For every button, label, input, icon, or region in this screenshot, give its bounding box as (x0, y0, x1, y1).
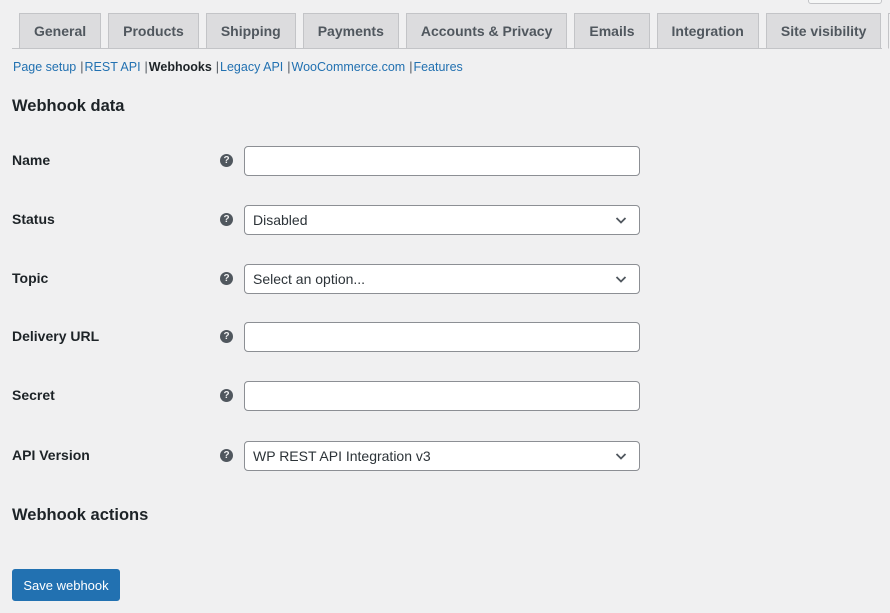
api-version-label: API Version (12, 447, 90, 463)
topic-select[interactable]: Select an option... (244, 264, 640, 294)
webhook-data-heading: Webhook data (12, 97, 125, 115)
field-row-delivery-url: Delivery URL ? (0, 322, 890, 352)
tab-emails[interactable]: Emails (574, 13, 650, 48)
topic-select-value: Select an option... (253, 271, 366, 287)
field-row-name: Name ? (0, 146, 890, 176)
help-icon[interactable]: ? (220, 154, 233, 167)
status-label: Status (12, 211, 55, 227)
secret-label: Secret (12, 387, 55, 403)
subnav-features[interactable]: Features (413, 60, 462, 74)
help-icon[interactable]: ? (220, 330, 233, 343)
field-row-status: Status ? Disabled (0, 205, 890, 235)
subnav-separator: | (144, 60, 148, 74)
field-row-topic: Topic ? Select an option... (0, 264, 890, 294)
subnav-legacy-api[interactable]: Legacy API (220, 60, 283, 74)
field-row-secret: Secret ? (0, 381, 890, 411)
subnav-webhooks[interactable]: Webhooks (149, 60, 212, 74)
advanced-subnav: Page setup |REST API |Webhooks |Legacy API |… (13, 60, 463, 74)
tab-general[interactable]: General (19, 13, 102, 48)
secret-input[interactable] (244, 381, 640, 411)
name-input[interactable] (244, 146, 640, 176)
subnav-woocommerce-com[interactable]: WooCommerce.com (292, 60, 406, 74)
api-version-select-value: WP REST API Integration v3 (253, 448, 431, 464)
delivery-url-input[interactable] (244, 322, 640, 352)
field-row-api-version: API Version ? WP REST API Integration v3 (0, 441, 890, 471)
tab-site-visibility[interactable]: Site visibility (765, 13, 882, 48)
top-partial-button[interactable] (808, 0, 882, 4)
chevron-down-icon (615, 217, 627, 224)
help-icon[interactable]: ? (220, 213, 233, 226)
settings-tabs: General Products Shipping Payments Accou… (12, 13, 890, 49)
subnav-separator: | (215, 60, 220, 74)
tab-shipping[interactable]: Shipping (205, 13, 296, 48)
delivery-url-label: Delivery URL (12, 328, 100, 344)
webhook-settings-page: General Products Shipping Payments Accou… (0, 0, 890, 613)
help-icon[interactable]: ? (220, 272, 233, 285)
webhook-actions-heading: Webhook actions (12, 506, 149, 524)
tab-accounts-privacy[interactable]: Accounts & Privacy (405, 13, 568, 48)
name-label: Name (12, 152, 51, 168)
subnav-separator: | (409, 60, 413, 74)
tab-integration[interactable]: Integration (656, 13, 759, 48)
status-select-value: Disabled (253, 212, 308, 228)
help-icon[interactable]: ? (220, 389, 233, 402)
topic-label: Topic (12, 270, 49, 286)
subnav-separator: | (287, 60, 291, 74)
tab-products[interactable]: Products (108, 13, 199, 48)
save-webhook-button[interactable]: Save webhook (12, 569, 120, 601)
chevron-down-icon (615, 276, 627, 283)
subnav-page-setup[interactable]: Page setup (13, 60, 76, 74)
chevron-down-icon (615, 453, 627, 460)
tab-payments[interactable]: Payments (302, 13, 399, 48)
subnav-rest-api[interactable]: REST API (85, 60, 141, 74)
help-icon[interactable]: ? (220, 449, 233, 462)
api-version-select[interactable]: WP REST API Integration v3 (244, 441, 640, 471)
status-select[interactable]: Disabled (244, 205, 640, 235)
subnav-separator: | (80, 60, 84, 74)
